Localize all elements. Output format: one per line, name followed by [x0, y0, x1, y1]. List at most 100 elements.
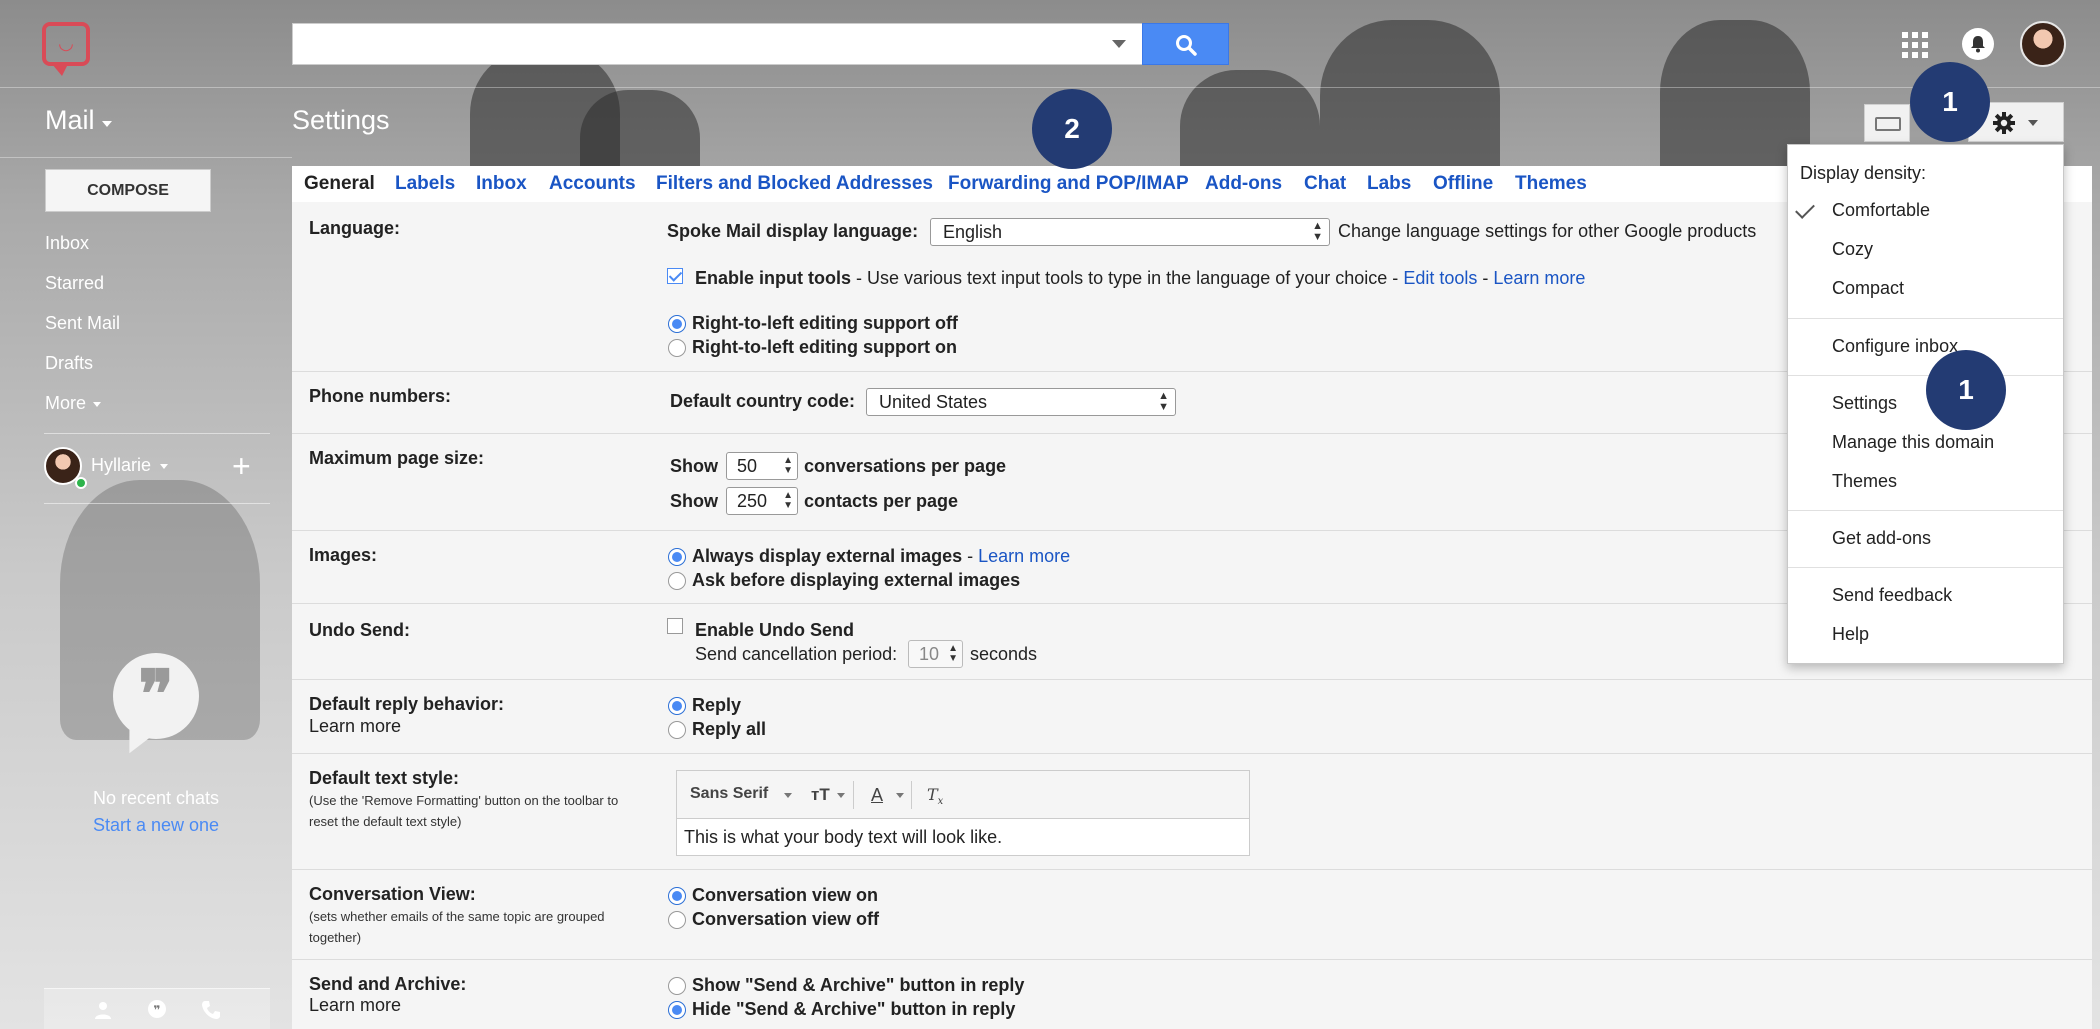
- menu-item-comfortable[interactable]: Comfortable: [1832, 200, 1930, 221]
- conversations-per-page-select[interactable]: 50 ▲ ▼: [726, 452, 798, 480]
- reply-label[interactable]: Reply: [692, 695, 741, 716]
- selected-check-icon: [1795, 199, 1815, 219]
- cancellation-period-select[interactable]: 10 ▲ ▼: [908, 640, 963, 668]
- rtl-off-label[interactable]: Right-to-left editing support off: [692, 313, 958, 334]
- contacts-person-icon[interactable]: [92, 999, 114, 1021]
- sidebar-item-sent-mail[interactable]: Sent Mail: [45, 313, 120, 334]
- search-button[interactable]: [1142, 23, 1229, 65]
- input-tools-checkbox[interactable]: [667, 268, 683, 284]
- reply-radio[interactable]: [668, 697, 686, 715]
- bell-icon: [1971, 36, 1985, 53]
- hangouts-icon[interactable]: ❞: [146, 999, 168, 1021]
- remove-formatting-icon[interactable]: Tx: [927, 785, 943, 807]
- menu-item-help[interactable]: Help: [1832, 624, 1869, 645]
- show-send-archive-label[interactable]: Show "Send & Archive" button in reply: [692, 975, 1024, 996]
- page-title: Settings: [292, 105, 390, 135]
- conversation-view-on-label[interactable]: Conversation view on: [692, 885, 878, 906]
- conversation-view-on-radio[interactable]: [668, 887, 686, 905]
- sidebar-item-drafts[interactable]: Drafts: [45, 353, 93, 374]
- tab-chat[interactable]: Chat: [1304, 166, 1346, 202]
- app-logo-icon[interactable]: ◡: [42, 22, 90, 76]
- hide-send-archive-radio[interactable]: [668, 1001, 686, 1019]
- menu-item-get-add-ons[interactable]: Get add-ons: [1832, 528, 1931, 549]
- tab-add-ons[interactable]: Add-ons: [1205, 166, 1282, 202]
- hide-send-archive-label[interactable]: Hide "Send & Archive" button in reply: [692, 999, 1015, 1020]
- tab-general[interactable]: General: [304, 166, 375, 202]
- sidebar-separator: [44, 433, 270, 434]
- chat-bottom-bar: ❞: [44, 988, 270, 1029]
- sidebar-item-more[interactable]: More: [45, 393, 86, 414]
- reply-all-label[interactable]: Reply all: [692, 719, 766, 740]
- conversation-view-note: (sets whether emails of the same topic a…: [309, 909, 605, 945]
- font-chevron-down-icon[interactable]: [784, 793, 792, 798]
- input-tools-text: Enable input tools - Use various text in…: [695, 268, 1586, 288]
- menu-item-configure-inbox[interactable]: Configure inbox: [1832, 336, 1958, 357]
- change-language-link[interactable]: Change language settings for other Googl…: [1338, 221, 1756, 242]
- conversation-view-off-radio[interactable]: [668, 911, 686, 929]
- search-input[interactable]: [292, 23, 1142, 65]
- rtl-on-label[interactable]: Right-to-left editing support on: [692, 337, 957, 358]
- start-chat-link[interactable]: Start a new one: [40, 815, 272, 836]
- text-color-icon[interactable]: A: [871, 785, 883, 806]
- sidebar-item-starred[interactable]: Starred: [45, 273, 104, 294]
- add-contact-button[interactable]: +: [232, 450, 251, 482]
- ask-before-images-label[interactable]: Ask before displaying external images: [692, 570, 1020, 591]
- tab-offline[interactable]: Offline: [1433, 166, 1493, 202]
- account-avatar[interactable]: [2020, 21, 2066, 67]
- reply-learn-more-link[interactable]: Learn more: [309, 716, 401, 737]
- callout-badge: 1: [1926, 350, 2006, 430]
- sidebar-item-inbox[interactable]: Inbox: [45, 233, 89, 254]
- chat-user-name[interactable]: Hyllarie: [91, 455, 151, 476]
- show-send-archive-radio[interactable]: [668, 977, 686, 995]
- menu-item-cozy[interactable]: Cozy: [1832, 239, 1873, 260]
- display-language-select[interactable]: English ▲ ▼: [930, 218, 1330, 246]
- ask-before-images-radio[interactable]: [668, 572, 686, 590]
- tab-labels[interactable]: Labels: [395, 166, 455, 202]
- country-code-select[interactable]: United States ▲ ▼: [866, 388, 1176, 416]
- user-chevron-down-icon[interactable]: [160, 464, 168, 469]
- online-status-icon: [75, 477, 87, 489]
- contacts-per-page-select[interactable]: 250 ▲ ▼: [726, 487, 798, 515]
- menu-item-manage-domain[interactable]: Manage this domain: [1832, 432, 1994, 453]
- sidebar-separator: [44, 503, 270, 504]
- tab-labs[interactable]: Labs: [1367, 166, 1411, 202]
- tab-themes[interactable]: Themes: [1515, 166, 1587, 202]
- tab-inbox[interactable]: Inbox: [476, 166, 527, 202]
- always-display-images-text[interactable]: Always display external images - Learn m…: [692, 546, 1070, 567]
- enable-undo-send-label[interactable]: Enable Undo Send: [695, 620, 854, 641]
- edit-tools-link[interactable]: Edit tools: [1403, 268, 1477, 288]
- color-chevron-down-icon[interactable]: [896, 793, 904, 798]
- phone-icon[interactable]: [200, 999, 222, 1021]
- tab-forwarding[interactable]: Forwarding and POP/IMAP: [948, 166, 1189, 202]
- setting-send-archive: Send and Archive: Learn more Show "Send …: [292, 960, 2092, 1029]
- enable-undo-send-checkbox[interactable]: [667, 618, 683, 634]
- font-size-icon[interactable]: ᴛT: [811, 785, 830, 805]
- search-options-chevron-icon[interactable]: [1112, 40, 1126, 48]
- more-chevron-down-icon[interactable]: [93, 402, 101, 407]
- compose-button[interactable]: COMPOSE: [45, 169, 211, 212]
- images-learn-more-link[interactable]: Learn more: [978, 546, 1070, 566]
- send-archive-learn-more-link[interactable]: Learn more: [309, 995, 401, 1016]
- font-family-select[interactable]: Sans Serif: [690, 785, 768, 803]
- mail-chevron-down-icon[interactable]: [102, 121, 112, 127]
- rtl-on-radio[interactable]: [668, 339, 686, 357]
- menu-item-compact[interactable]: Compact: [1832, 278, 1904, 299]
- rtl-off-radio[interactable]: [668, 315, 686, 333]
- cancellation-period-label: Send cancellation period:: [695, 644, 898, 664]
- always-display-images-radio[interactable]: [668, 548, 686, 566]
- mail-app-switcher[interactable]: Mail: [45, 105, 95, 136]
- tab-filters[interactable]: Filters and Blocked Addresses: [656, 166, 933, 202]
- input-tools-button[interactable]: [1864, 104, 1910, 142]
- apps-grid-icon[interactable]: [1902, 32, 1928, 58]
- text-style-note: (Use the 'Remove Formatting' button on t…: [309, 793, 619, 829]
- conversation-view-off-label[interactable]: Conversation view off: [692, 909, 879, 930]
- size-chevron-down-icon[interactable]: [837, 793, 845, 798]
- menu-item-send-feedback[interactable]: Send feedback: [1832, 585, 1952, 606]
- input-tools-learn-more-link[interactable]: Learn more: [1493, 268, 1585, 288]
- tab-accounts[interactable]: Accounts: [549, 166, 636, 202]
- menu-item-themes[interactable]: Themes: [1832, 471, 1897, 492]
- callout-badge: 2: [1032, 89, 1112, 169]
- notifications-button[interactable]: [1962, 28, 1994, 60]
- menu-item-settings[interactable]: Settings: [1832, 393, 1897, 414]
- reply-all-radio[interactable]: [668, 721, 686, 739]
